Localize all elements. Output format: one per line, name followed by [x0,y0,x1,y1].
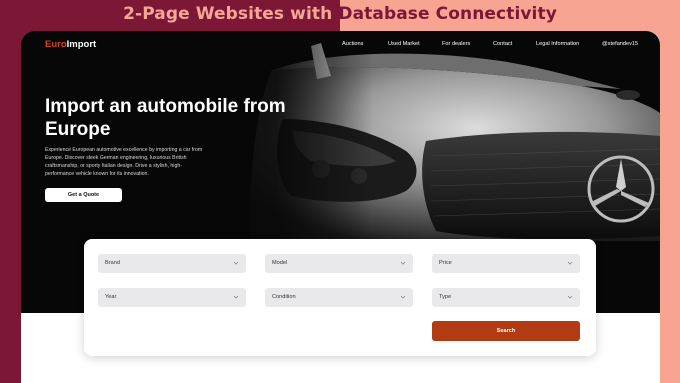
model-select[interactable]: Model [265,254,413,273]
search-button[interactable]: Search [432,321,580,341]
chevron-down-icon [233,261,239,265]
logo-text: Import [66,39,97,50]
car-search-form: Brand Model Price Year Condition Type Se… [84,239,596,356]
year-select[interactable]: Year [98,288,246,307]
nav-link-handle[interactable]: @stefandev15 [602,41,638,47]
chevron-down-icon [567,295,573,299]
price-select[interactable]: Price [432,254,580,273]
hero-title: Import an automobile from Europe [45,96,286,140]
nav-link-for-dealers[interactable]: For dealers [442,41,470,47]
banner-title-part1: 2-Page Websites with [123,4,339,24]
banner-title-part2: Database Connectivity [338,4,557,24]
nav-link-auctions[interactable]: Auctions [342,41,363,47]
type-select-label: Type [439,294,452,300]
price-select-label: Price [439,260,452,266]
chevron-down-icon [400,295,406,299]
model-select-label: Model [272,260,288,266]
chevron-down-icon [233,295,239,299]
website-preview: EuroImport Auctions Used Market For deal… [21,31,660,383]
condition-select[interactable]: Condition [265,288,413,307]
get-a-quote-button[interactable]: Get a Quote [45,188,122,202]
brand-select[interactable]: Brand [98,254,246,273]
banner-title: 2-Page Websites with Database Connectivi… [0,4,680,24]
nav-link-legal-information[interactable]: Legal Information [536,41,579,47]
nav-link-used-market[interactable]: Used Market [388,41,420,47]
year-select-label: Year [105,294,117,300]
site-logo[interactable]: EuroImport [45,39,96,50]
brand-select-label: Brand [105,260,120,266]
chevron-down-icon [400,261,406,265]
nav-link-contact[interactable]: Contact [493,41,512,47]
hero-description: Experience European automotive excellenc… [45,147,203,177]
type-select[interactable]: Type [432,288,580,307]
chevron-down-icon [567,261,573,265]
logo-accent-text: Euro [45,39,67,50]
condition-select-label: Condition [272,294,296,300]
site-navbar: EuroImport Auctions Used Market For deal… [21,31,660,57]
